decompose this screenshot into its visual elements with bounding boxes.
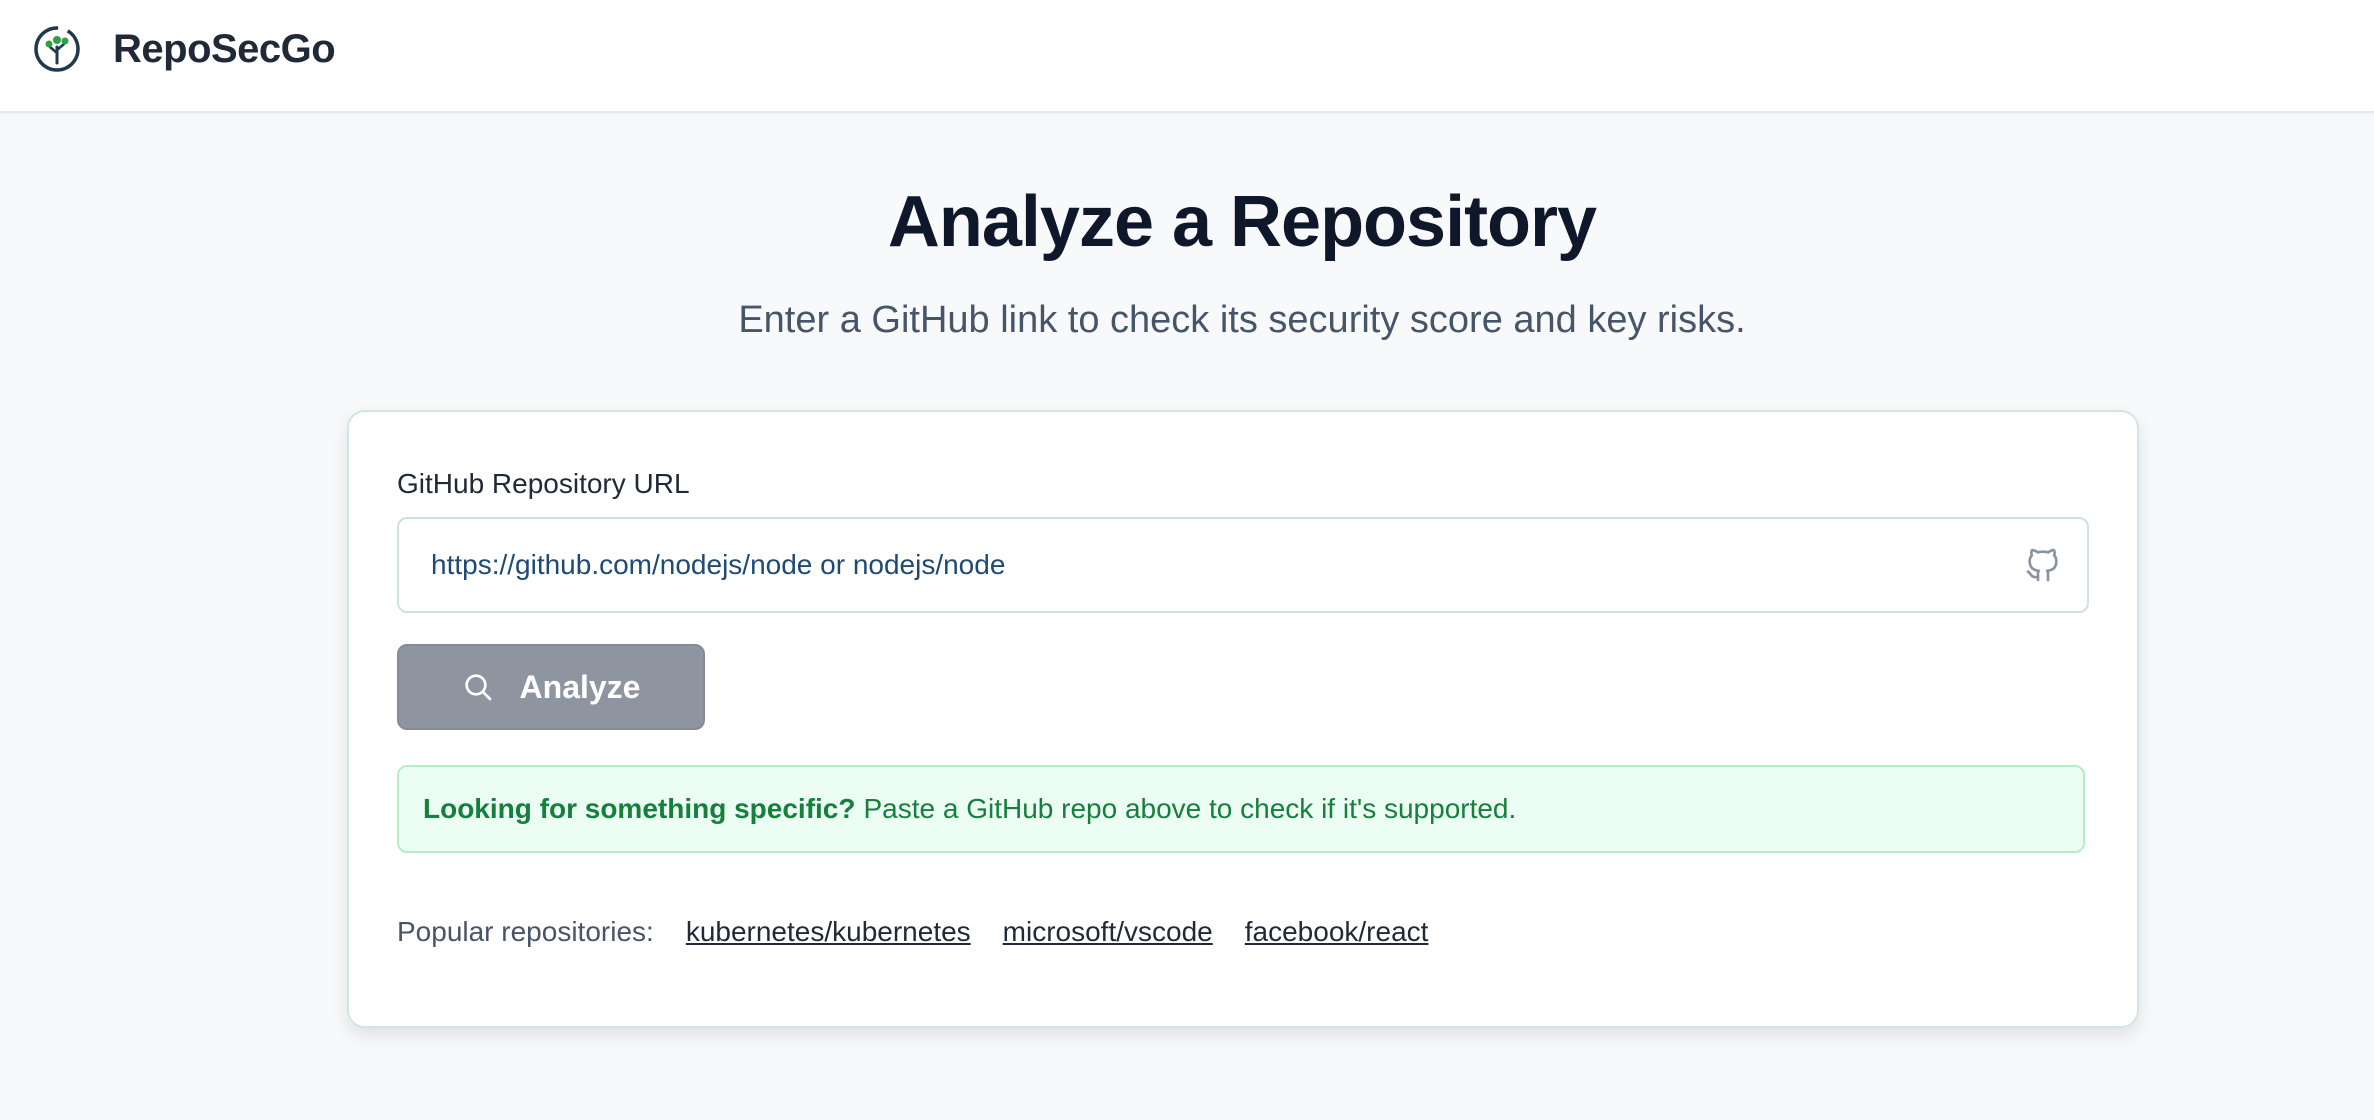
analyze-button[interactable]: Analyze xyxy=(397,644,705,730)
repo-url-input[interactable] xyxy=(431,519,1991,611)
page-title: Analyze a Repository xyxy=(887,182,1597,262)
github-icon xyxy=(2026,548,2058,582)
repo-url-field[interactable] xyxy=(397,517,2089,613)
top-navbar: RepoSecGo xyxy=(0,0,2374,113)
popular-repos-label: Popular repositories: xyxy=(397,916,654,947)
analyze-card: GitHub Repository URL Analyze Looking fo… xyxy=(347,410,2139,1028)
page-subtitle: Enter a GitHub link to check its securit… xyxy=(738,299,1746,341)
notice-heading: Looking for something specific? xyxy=(423,793,856,824)
repo-link-vscode[interactable]: microsoft/vscode xyxy=(1003,916,1213,948)
popular-repositories: Popular repositories: kubernetes/kuberne… xyxy=(397,910,1460,954)
tree-logo-icon[interactable] xyxy=(33,25,81,73)
notice-text: Paste a GitHub repo above to check if it… xyxy=(863,793,1517,824)
repo-link-react[interactable]: facebook/react xyxy=(1245,916,1429,948)
brand-name[interactable]: RepoSecGo xyxy=(113,24,336,74)
info-notice: Looking for something specific? Paste a … xyxy=(397,765,2085,853)
analyze-button-label: Analyze xyxy=(519,669,641,705)
search-icon xyxy=(464,674,491,701)
repo-url-label: GitHub Repository URL xyxy=(397,468,690,499)
repo-link-kubernetes[interactable]: kubernetes/kubernetes xyxy=(686,916,971,948)
